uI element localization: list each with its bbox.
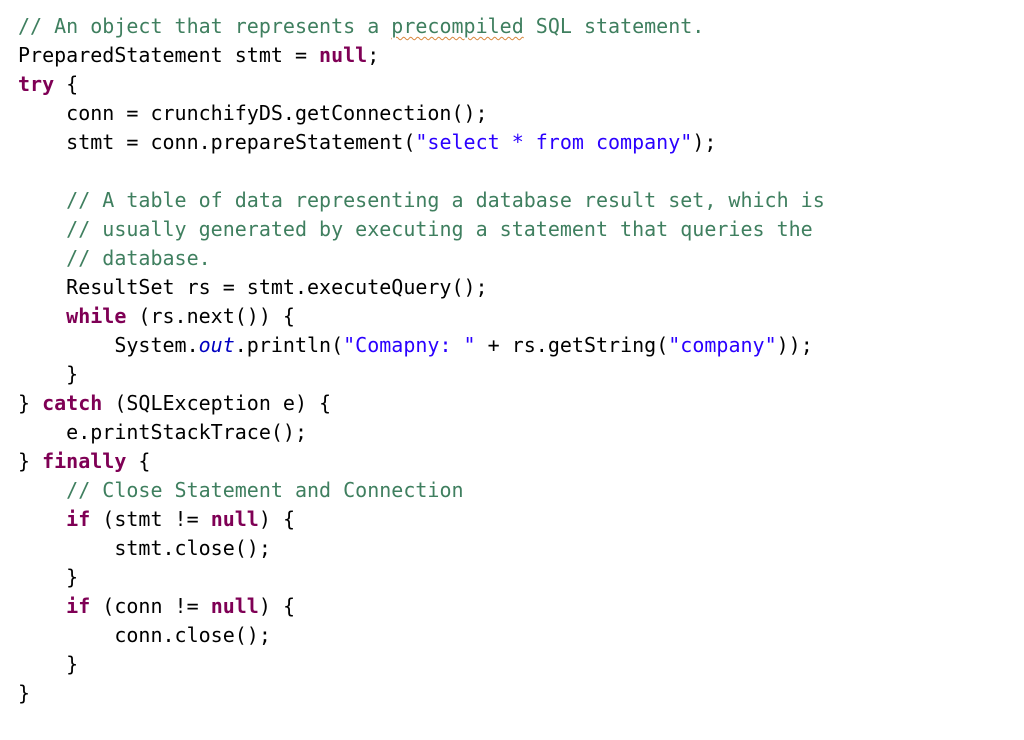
code-line: e.printStackTrace(); (18, 420, 307, 444)
code-line: stmt = conn.prepareStatement("select * f… (18, 130, 716, 154)
code-line: PreparedStatement stmt = null; (18, 43, 379, 67)
code-line: while (rs.next()) { (18, 304, 295, 328)
code-line: // An object that represents a precompil… (18, 14, 704, 38)
code-line: } finally { (18, 449, 150, 473)
code-line: // database. (18, 246, 211, 270)
code-line: stmt.close(); (18, 536, 271, 560)
code-line: // A table of data representing a databa… (18, 188, 825, 212)
code-line: // usually generated by executing a stat… (18, 217, 813, 241)
code-line: } (18, 362, 78, 386)
code-line: conn = crunchifyDS.getConnection(); (18, 101, 488, 125)
code-line: if (stmt != null) { (18, 507, 295, 531)
spellcheck-underline: precompiled (391, 14, 523, 38)
code-line: } catch (SQLException e) { (18, 391, 331, 415)
code-line: } (18, 652, 78, 676)
code-line: try { (18, 72, 78, 96)
code-block: // An object that represents a precompil… (0, 0, 1024, 720)
code-line: ResultSet rs = stmt.executeQuery(); (18, 275, 488, 299)
code-line: } (18, 565, 78, 589)
code-line: conn.close(); (18, 623, 271, 647)
code-line: // Close Statement and Connection (18, 478, 464, 502)
code-line: System.out.println("Comapny: " + rs.getS… (18, 333, 813, 357)
code-line: } (18, 681, 30, 705)
code-line: if (conn != null) { (18, 594, 295, 618)
